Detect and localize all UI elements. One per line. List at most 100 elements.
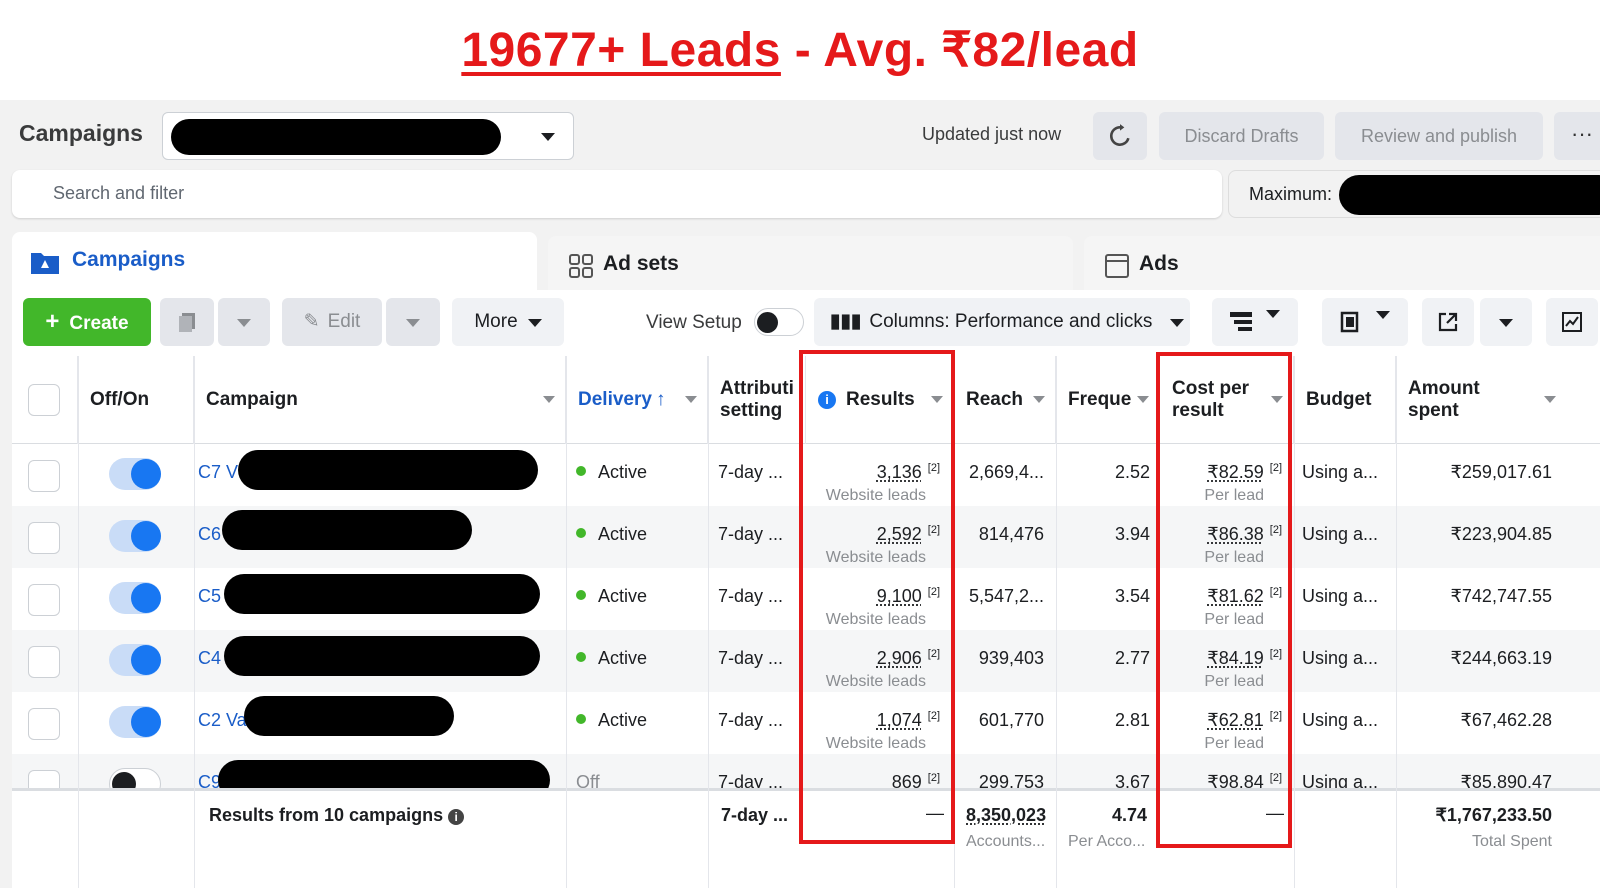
toggle-knob	[131, 521, 161, 551]
search-placeholder: Search and filter	[53, 183, 185, 203]
tab-ads[interactable]: Ads	[1084, 236, 1600, 294]
create-button[interactable]: + Create	[23, 298, 151, 346]
toggle-knob	[131, 645, 161, 675]
column-divider	[566, 356, 567, 888]
more-button[interactable]: More	[452, 298, 564, 346]
campaign-toggle[interactable]	[109, 582, 161, 614]
campaign-name-link[interactable]: C5	[198, 586, 221, 607]
summary-attribution: 7-day ...	[721, 805, 789, 825]
row-checkbox[interactable]	[28, 460, 60, 492]
row-checkbox[interactable]	[28, 584, 60, 616]
columns-label: Columns: Performance and clicks	[869, 311, 1153, 332]
summary-label-text: Results from 10 campaigns	[209, 805, 444, 825]
discard-drafts-button[interactable]: Discard Drafts	[1159, 112, 1324, 160]
sort-icon	[1544, 396, 1556, 403]
campaign-toggle[interactable]	[109, 644, 161, 676]
results-highlight-box	[799, 350, 955, 844]
header-reach[interactable]: Reach	[954, 356, 1056, 444]
row-checkbox[interactable]	[28, 646, 60, 678]
create-label: Create	[69, 313, 129, 334]
sort-up-icon: ↑	[655, 389, 666, 410]
toggle-knob	[131, 707, 161, 737]
summary-label: Results from 10 campaigns i	[209, 805, 465, 826]
account-selector[interactable]	[162, 112, 574, 160]
select-all-checkbox[interactable]	[28, 384, 60, 416]
more-label: More	[474, 311, 518, 332]
duplicate-button[interactable]	[160, 298, 214, 346]
duplicate-icon	[179, 313, 195, 332]
reports-dropdown[interactable]	[1322, 298, 1408, 346]
chevron-down-icon	[527, 319, 542, 327]
edit-label: Edit	[327, 311, 361, 332]
tab-campaigns[interactable]: Campaigns	[12, 232, 537, 290]
export-button[interactable]	[1422, 298, 1474, 346]
summary-amount: ₹1,767,233.50	[1435, 805, 1552, 825]
redaction-scribble	[1339, 175, 1600, 215]
summary-reach-sub: Accounts...	[966, 833, 1046, 850]
sort-icon	[1033, 396, 1045, 403]
campaign-name-link[interactable]: C2 Va	[198, 710, 247, 731]
ad-icon	[1105, 254, 1129, 278]
duplicate-dropdown[interactable]	[218, 298, 270, 346]
header-frequency-label: Freque	[1068, 389, 1132, 410]
header-amount-spent[interactable]: Amount spent	[1396, 356, 1566, 444]
page-title: Campaigns	[19, 120, 143, 146]
headline-leads: 19677+ Leads	[461, 24, 781, 77]
header-amount-label: Amount spent	[1408, 378, 1480, 421]
campaign-name-link[interactable]: C4	[198, 648, 221, 669]
export-dropdown[interactable]	[1480, 298, 1532, 346]
view-setup-label: View Setup	[646, 312, 742, 333]
folder-icon	[31, 253, 59, 274]
row-checkbox[interactable]	[28, 708, 60, 740]
chevron-down-icon	[541, 133, 555, 141]
edit-button[interactable]: ✎ Edit	[282, 298, 382, 346]
header-budget-label: Budget	[1306, 389, 1372, 410]
sort-icon	[1137, 396, 1149, 403]
column-divider	[78, 356, 79, 888]
header-delivery[interactable]: Delivery ↑	[566, 356, 708, 444]
chevron-down-icon	[1265, 310, 1280, 318]
breakdown-dropdown[interactable]	[1212, 298, 1298, 346]
active-status-dot	[576, 714, 586, 725]
columns-icon: ▮▮▮	[830, 311, 862, 332]
delivery-status: Active	[598, 648, 648, 668]
active-status-dot	[576, 652, 586, 663]
header-frequency[interactable]: Freque	[1056, 356, 1160, 444]
redaction-scribble	[224, 574, 540, 614]
header-campaign[interactable]: Campaign	[194, 356, 566, 444]
edit-dropdown[interactable]	[386, 298, 440, 346]
tab-ad-sets[interactable]: Ad sets	[548, 236, 1073, 294]
header-budget[interactable]: Budget	[1294, 356, 1396, 444]
header-attribution[interactable]: Attributi setting	[708, 356, 806, 444]
header-attribution-label: Attributi setting	[720, 378, 794, 421]
header-offon: Off/On	[78, 356, 194, 444]
info-icon: i	[448, 809, 465, 825]
row-checkbox[interactable]	[28, 522, 60, 554]
campaign-name-link[interactable]: C6	[198, 524, 221, 545]
maximum-label: Maximum:	[1249, 184, 1333, 204]
header-select-all[interactable]	[12, 356, 78, 444]
column-divider	[708, 356, 709, 888]
campaign-toggle[interactable]	[109, 706, 161, 738]
search-input[interactable]: Search and filter	[12, 170, 1222, 218]
active-status-dot	[576, 590, 586, 601]
maximum-filter[interactable]: Maximum:	[1228, 170, 1600, 218]
report-icon	[1341, 311, 1359, 333]
charts-button[interactable]	[1546, 298, 1598, 346]
headline-banner: 19677+ Leads - Avg. ₹82/lead	[0, 0, 1600, 100]
summary-reach: 8,350,023	[966, 805, 1047, 825]
columns-dropdown[interactable]: ▮▮▮ Columns: Performance and clicks	[814, 298, 1190, 346]
tab-campaigns-label: Campaigns	[72, 248, 186, 271]
cpr-highlight-box	[1156, 352, 1292, 848]
view-setup-toggle[interactable]	[754, 308, 804, 336]
refresh-button[interactable]	[1093, 112, 1147, 160]
delivery-status: Active	[598, 462, 648, 482]
header-campaign-label: Campaign	[206, 389, 298, 410]
review-publish-button[interactable]: Review and publish	[1335, 112, 1543, 160]
more-options-button[interactable]: ···	[1554, 112, 1600, 160]
campaign-name-link[interactable]: C7 V	[198, 462, 238, 483]
campaign-toggle[interactable]	[109, 520, 161, 552]
ads-manager: Campaigns Updated just now Discard Draft…	[0, 100, 1600, 888]
campaign-toggle[interactable]	[109, 458, 161, 490]
redaction-scribble	[171, 119, 501, 155]
